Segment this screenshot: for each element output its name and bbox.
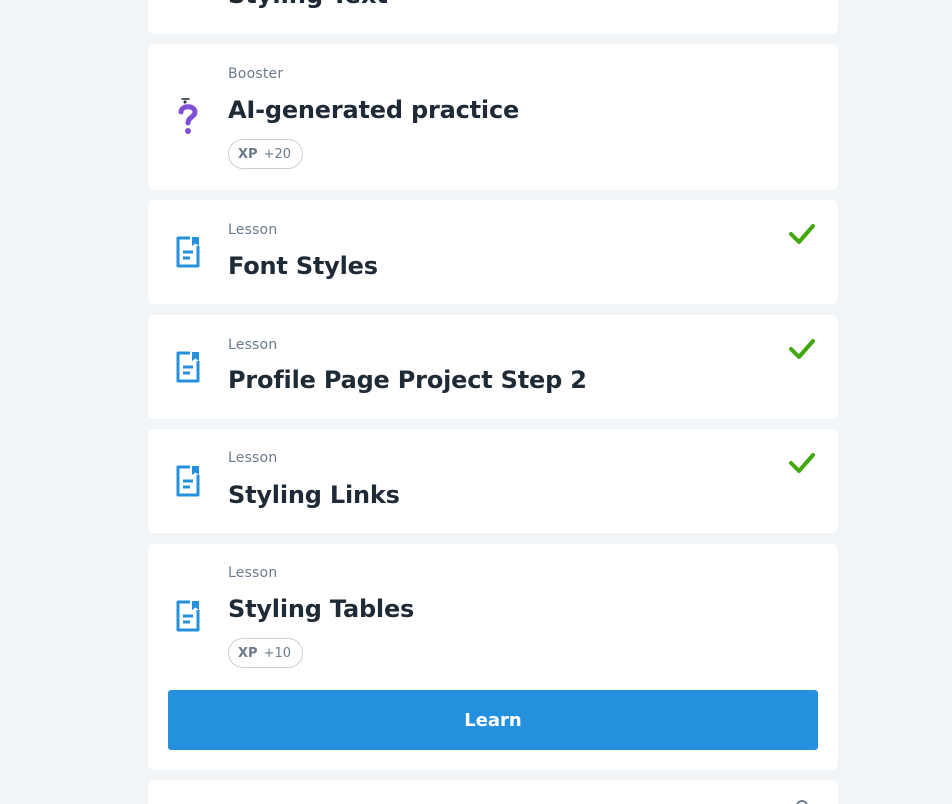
xp-value: +20	[263, 146, 291, 162]
page: Styling Text Booster AI-generated practi…	[0, 0, 952, 804]
lesson-card-profile-page[interactable]: Lesson Profile Page Project Step 2	[148, 315, 838, 419]
card-title: AI-generated practice	[228, 96, 520, 124]
xp-value: +10	[263, 645, 291, 661]
card-kind-label: Booster	[228, 66, 284, 82]
xp-label: XP	[238, 645, 258, 661]
card-kind-label: Lesson	[228, 222, 278, 238]
lesson-document-icon	[172, 232, 204, 272]
card-title: Profile Page Project Step 2	[228, 366, 587, 394]
card-kind-label: Lesson	[228, 565, 278, 581]
lesson-document-icon	[172, 461, 204, 501]
card-title: Styling Links	[228, 481, 400, 509]
lesson-card-styling-tables[interactable]: Lesson Styling Tables XP +10 Learn	[148, 544, 838, 770]
card-kind-label: Lesson	[228, 450, 278, 466]
card-title: Font Styles	[228, 252, 378, 280]
xp-badge: XP +10	[228, 638, 303, 668]
status-icon	[796, 800, 808, 804]
next-card[interactable]	[148, 780, 838, 804]
checkmark-icon	[789, 224, 815, 244]
card-kind-label: Lesson	[228, 337, 278, 353]
checkmark-icon	[789, 453, 815, 473]
lesson-title: Styling Text	[228, 0, 388, 10]
booster-card-ai-practice[interactable]: Booster AI-generated practice XP +20	[148, 44, 838, 190]
lesson-card-font-styles[interactable]: Lesson Font Styles	[148, 200, 838, 304]
xp-label: XP	[238, 146, 258, 162]
learn-button[interactable]: Learn	[168, 690, 818, 750]
card-title: Styling Tables	[228, 595, 415, 623]
lesson-document-icon	[172, 596, 204, 636]
lesson-card-styling-text[interactable]: Styling Text	[148, 0, 838, 34]
xp-badge: XP +20	[228, 139, 303, 169]
checkmark-icon	[789, 339, 815, 359]
lesson-document-icon	[172, 347, 204, 387]
lesson-card-styling-links[interactable]: Lesson Styling Links	[148, 429, 838, 533]
question-icon	[172, 98, 204, 138]
